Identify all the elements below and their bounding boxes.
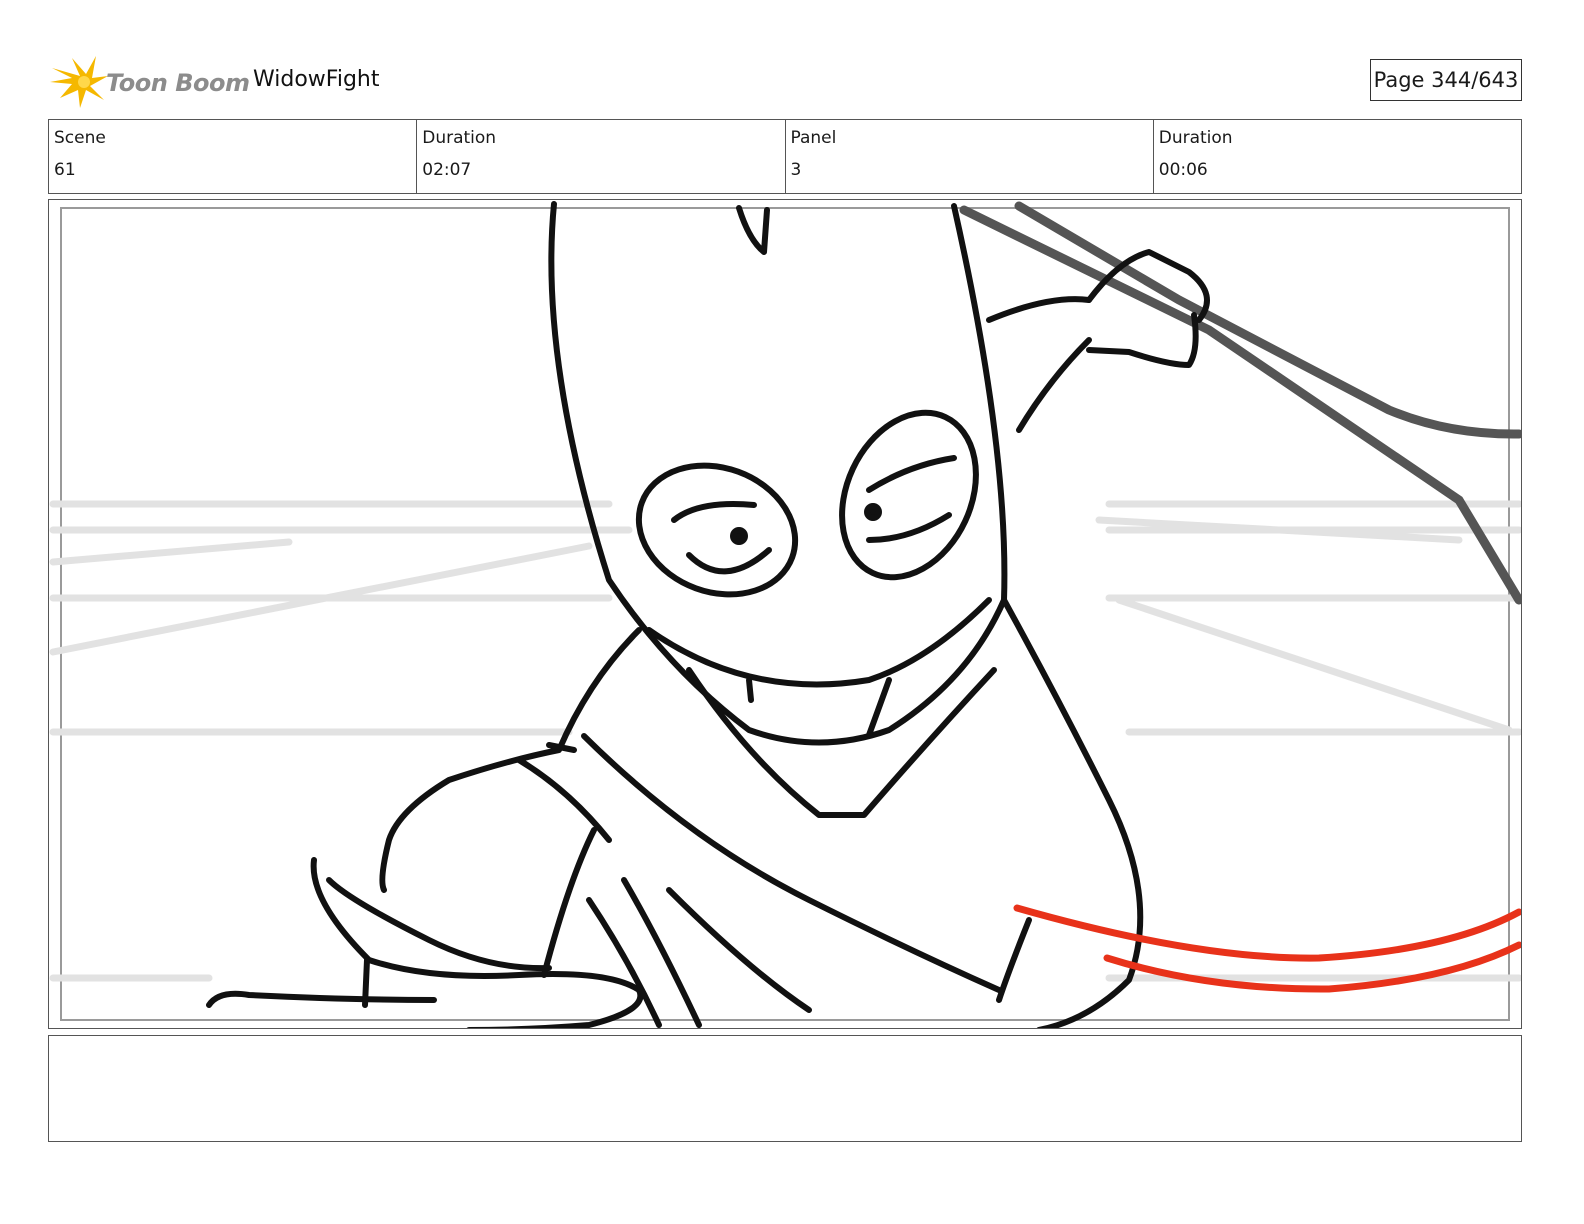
panel-notes-box <box>48 1035 1522 1142</box>
safe-frame <box>60 207 1510 1021</box>
scene-duration-label: Duration <box>422 128 497 148</box>
logo-text: Toon Boom <box>106 69 250 97</box>
panel-cell: Panel 3 <box>786 120 1154 193</box>
panel-label: Panel <box>790 128 837 148</box>
storyboard-panel <box>48 199 1522 1029</box>
scene-value: 61 <box>54 160 76 180</box>
scene-duration-cell: Duration 02:07 <box>417 120 786 193</box>
panel-duration-value: 00:06 <box>1158 160 1208 180</box>
scene-duration-value: 02:07 <box>422 160 472 180</box>
panel-duration-cell: Duration 00:06 <box>1154 120 1521 193</box>
project-title: WidowFight <box>253 67 380 92</box>
panel-info-table: Scene 61 Duration 02:07 Panel 3 Duration… <box>48 119 1522 194</box>
scene-cell: Scene 61 <box>49 120 418 193</box>
toon-boom-logo: Toon Boom <box>50 54 250 110</box>
page-number: Page 344/643 <box>1373 68 1519 92</box>
starburst-icon <box>50 56 108 108</box>
panel-value: 3 <box>790 160 802 180</box>
character-sketch <box>206 201 1210 1028</box>
panel-duration-label: Duration <box>1158 128 1233 148</box>
storyboard-sketch <box>49 201 1521 1028</box>
page-number-box: Page 344/643 <box>1370 59 1522 101</box>
page-header: Toon Boom WidowFight Page 344/643 <box>48 50 1522 110</box>
scene-label: Scene <box>54 128 106 148</box>
